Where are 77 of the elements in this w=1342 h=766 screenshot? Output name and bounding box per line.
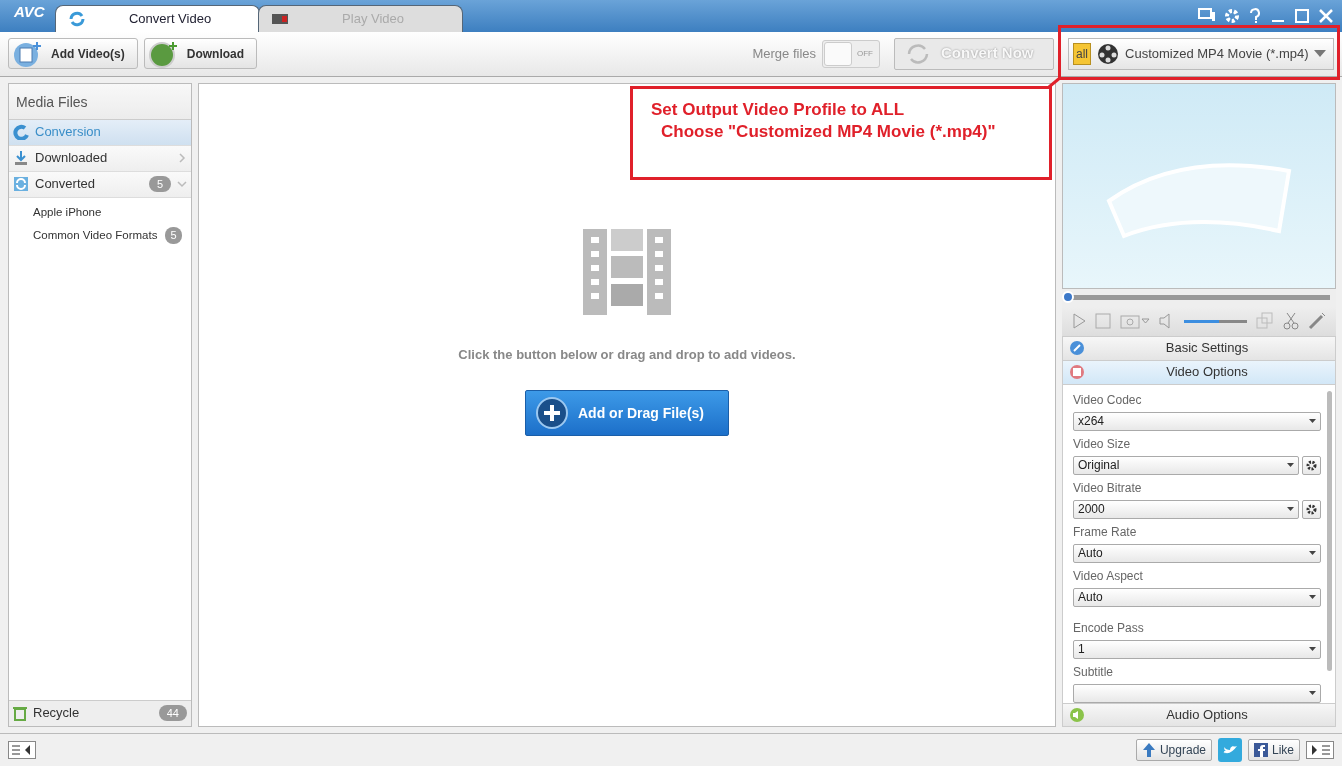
caret-icon (1309, 691, 1316, 695)
like-button[interactable]: Like (1248, 738, 1300, 761)
sidebar-title: Media Files (9, 83, 191, 120)
help-icon[interactable] (1248, 7, 1262, 24)
field-label: Video Size (1073, 435, 1132, 453)
count-badge: 5 (148, 175, 171, 193)
volume-fill[interactable] (1184, 319, 1219, 323)
settings-icon (1306, 503, 1317, 515)
field-label: Frame Rate (1073, 523, 1138, 541)
section-header[interactable]: Audio Options (1062, 702, 1336, 727)
speaker-icon (1069, 706, 1085, 723)
select-field[interactable]: Original (1073, 455, 1299, 475)
caret-icon (1309, 551, 1316, 555)
field-label: Subtitle (1073, 663, 1115, 681)
annotation-text: Choose "Customized MP4 Movie (*.mp4)" (660, 121, 997, 143)
select-field[interactable]: Auto (1073, 587, 1321, 607)
play-icon[interactable] (1072, 313, 1086, 329)
upgrade-button[interactable]: Upgrade (1135, 738, 1212, 761)
scissors-icon[interactable] (1283, 312, 1299, 330)
caret-icon (1309, 595, 1316, 599)
select-field[interactable] (1073, 683, 1321, 703)
select-field[interactable]: 1 (1073, 639, 1321, 659)
close-icon[interactable] (1318, 7, 1334, 24)
field-label: Encode Pass (1073, 619, 1145, 637)
download-icon (13, 150, 29, 166)
select-field[interactable]: x264 (1073, 411, 1321, 431)
film-strip-icon (583, 228, 671, 315)
settings-icon (1306, 459, 1317, 471)
caret-icon (1287, 507, 1294, 511)
section-header[interactable]: Video Options (1062, 360, 1336, 385)
settings-icon[interactable] (1224, 7, 1240, 24)
drop-hint: Click the button below or drag and drop to add videos. (458, 345, 796, 364)
refresh-icon (67, 10, 86, 27)
maximize-icon[interactable] (1294, 7, 1310, 24)
seek-handle[interactable] (1062, 291, 1074, 303)
refresh-icon (13, 124, 29, 140)
tab[interactable]: Convert Video (54, 4, 260, 32)
field-label: Video Aspect (1073, 567, 1144, 585)
all-badge[interactable]: all (1073, 42, 1091, 65)
panel-toggle-icon[interactable] (8, 740, 36, 759)
toolbar-button[interactable]: Add Video(s) (8, 38, 138, 70)
sidebar-item[interactable]: Converted 5 (9, 171, 191, 198)
refresh-icon (905, 41, 931, 66)
select-field[interactable]: 2000 (1073, 499, 1299, 519)
caret-icon (1287, 463, 1294, 467)
merge-files-label: Merge files (752, 44, 816, 63)
scrollbar[interactable] (1327, 390, 1332, 671)
trash-icon (13, 705, 27, 721)
camera-icon[interactable] (1120, 313, 1150, 329)
add-files-button[interactable]: Add or Drag File(s) (525, 390, 729, 436)
film-reel-icon (1096, 41, 1120, 66)
settings-button[interactable] (1302, 499, 1321, 519)
count-badge: 44 (158, 704, 187, 722)
plus-icon (536, 397, 568, 429)
panel-toggle-icon[interactable] (1306, 740, 1334, 759)
count-badge: 5 (165, 227, 182, 244)
monitor-icon[interactable] (1198, 7, 1216, 22)
arrow-up-icon (1141, 741, 1156, 758)
settings-button[interactable] (1302, 455, 1321, 475)
recycle-item[interactable]: Recycle 44 (9, 699, 191, 726)
profile-dropdown[interactable]: all Customized MP4 Movie (*.mp4) (1068, 37, 1334, 70)
annotation-text: Set Output Video Profile to ALL (651, 99, 906, 121)
caret-icon (1313, 49, 1326, 58)
caret-icon (1309, 419, 1316, 423)
caret-icon (1309, 647, 1316, 651)
app-logo: AVC (13, 2, 46, 23)
bird-icon[interactable] (1218, 737, 1242, 762)
toolbar-button[interactable]: Download (143, 38, 258, 70)
sidebar-subitem[interactable]: Apple iPhone (33, 203, 102, 221)
select-field[interactable]: Auto (1073, 543, 1321, 563)
section-header[interactable]: Basic Settings (1062, 336, 1336, 361)
sidebar-item[interactable]: Downloaded (9, 145, 191, 172)
sidebar-subitem[interactable]: Common Video Formats (33, 226, 158, 244)
video-camera-icon (270, 12, 289, 25)
field-label: Video Codec (1073, 391, 1143, 409)
field-label: Video Bitrate (1073, 479, 1143, 497)
refresh-icon (13, 176, 29, 192)
